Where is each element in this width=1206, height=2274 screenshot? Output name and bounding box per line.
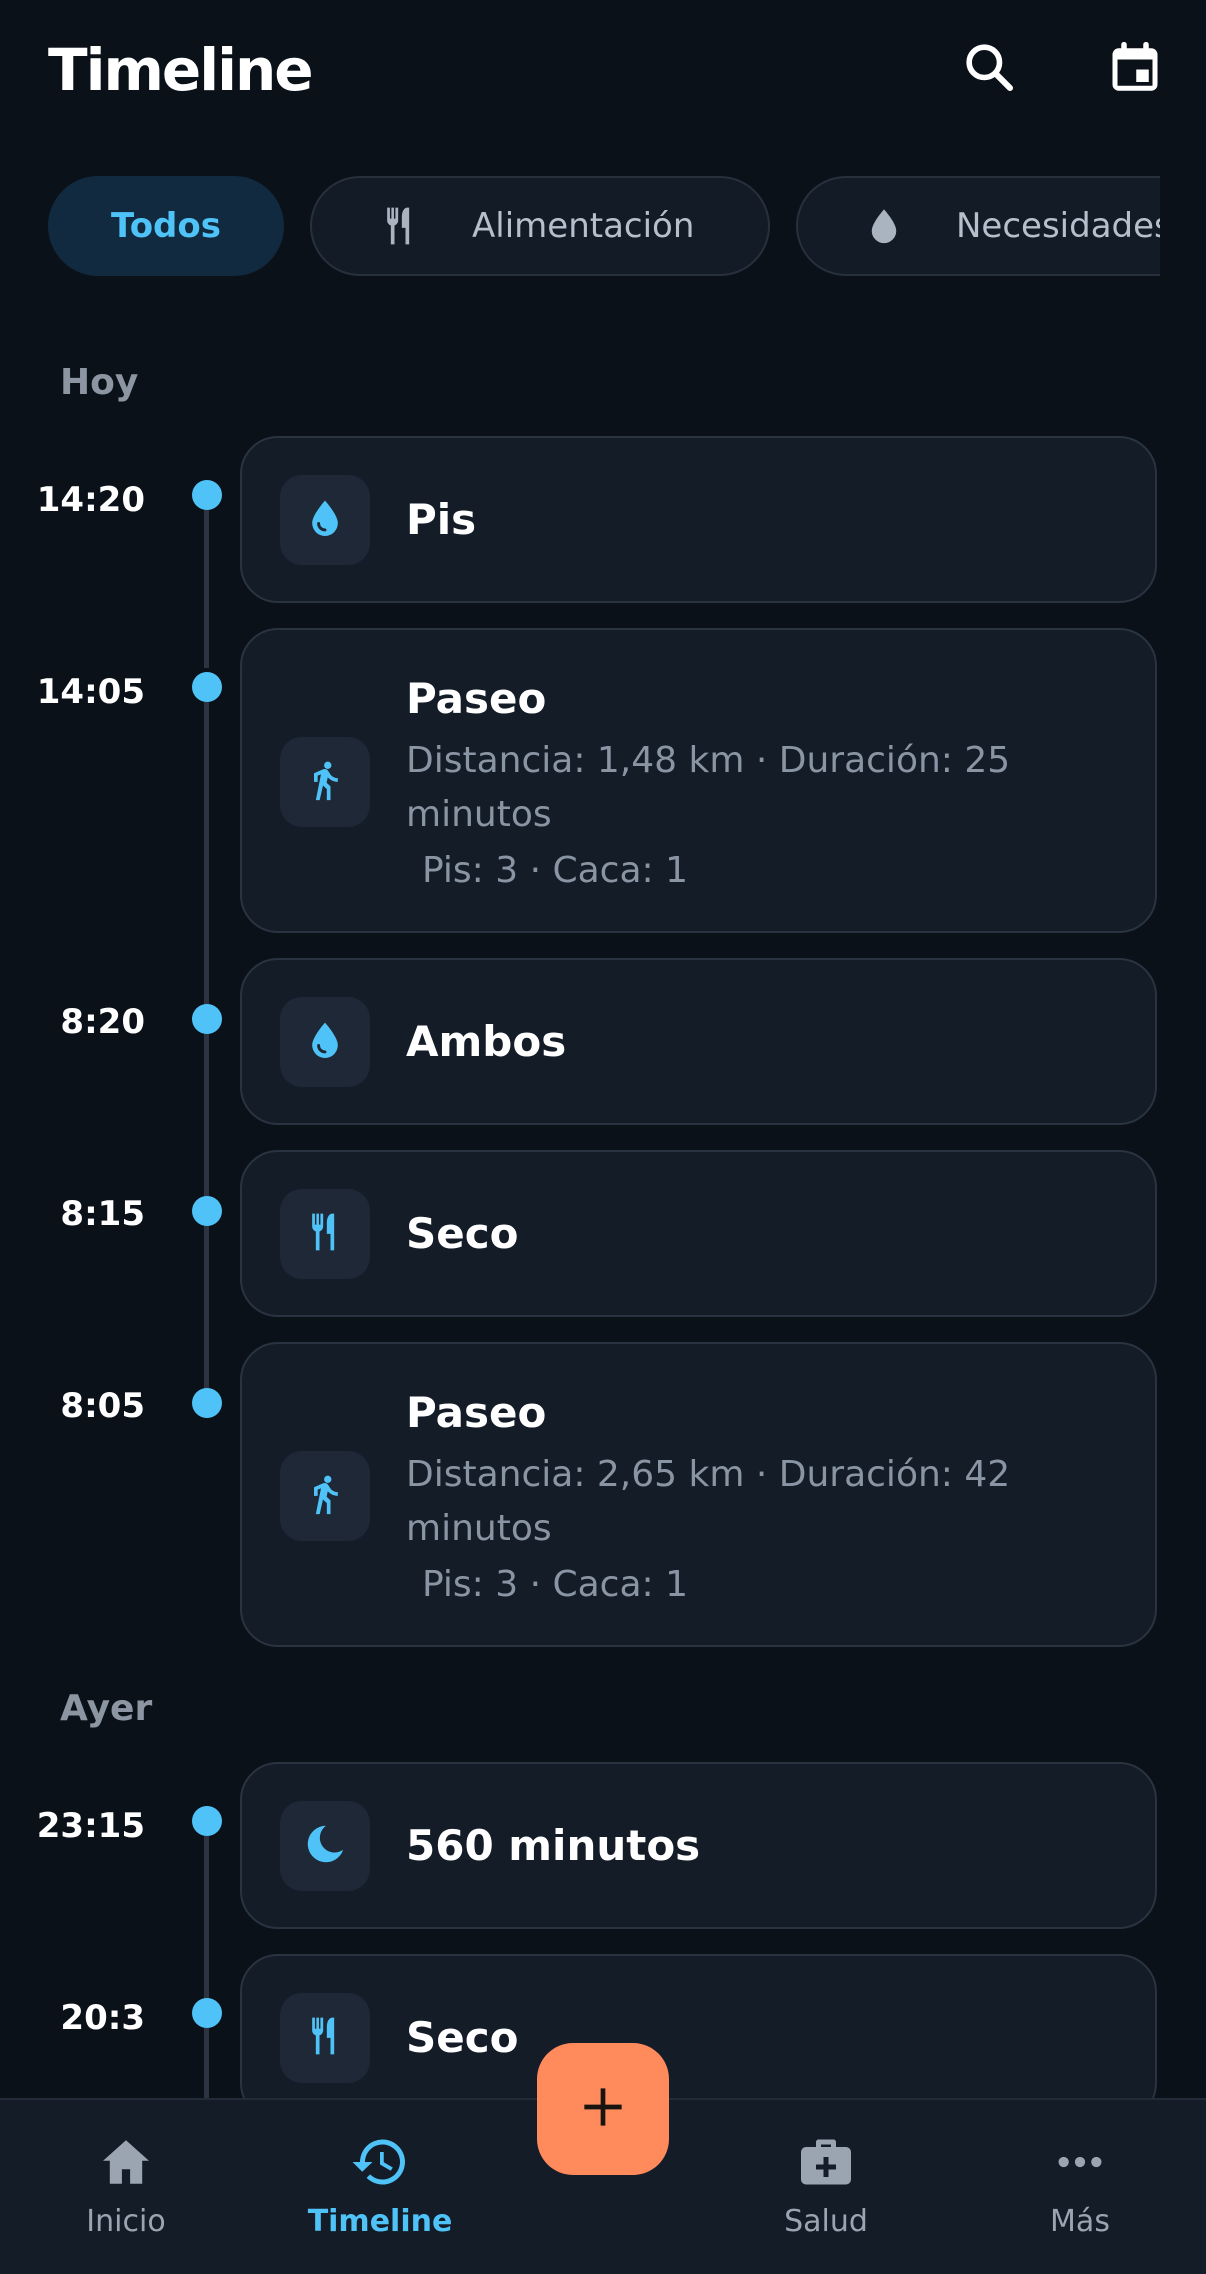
nav-label: Timeline <box>307 2204 453 2239</box>
timeline-connector <box>204 2028 209 2098</box>
timeline-dot <box>192 1004 222 1034</box>
more-icon <box>980 2130 1180 2194</box>
event-details: Distancia: 1,48 km · Duración: 25 minuto… <box>406 740 1011 835</box>
event-icon-box <box>280 1451 370 1541</box>
event-card[interactable]: Paseo Distancia: 2,65 km · Duración: 42 … <box>240 1342 1157 1647</box>
nav-item-salud[interactable]: Salud <box>726 2130 926 2239</box>
event-title: Paseo <box>406 1388 547 1437</box>
fork-knife-icon <box>303 2014 347 2062</box>
timeline-connector <box>204 1836 209 2012</box>
fork-knife-icon <box>376 202 424 250</box>
app-header: Timeline <box>0 0 1206 140</box>
event-time: 8:05 <box>60 1386 145 1426</box>
timeline-dot <box>192 480 222 510</box>
page-title: Timeline <box>48 36 314 104</box>
nav-label: Salud <box>784 2204 868 2239</box>
medical-kit-icon <box>726 2130 926 2194</box>
timeline-dot <box>192 1196 222 1226</box>
drop-icon <box>860 202 908 250</box>
event-icon-box <box>280 1993 370 2083</box>
search-icon <box>961 39 1017 99</box>
calendar-button[interactable] <box>1100 34 1170 104</box>
section-label-yesterday: Ayer <box>60 1688 153 1729</box>
event-time: 8:20 <box>60 1002 145 1042</box>
event-card[interactable]: Seco <box>240 1954 1157 2121</box>
timeline-connector <box>204 1226 209 1402</box>
event-title: Seco <box>406 1209 519 1258</box>
event-icon-box <box>280 1801 370 1891</box>
filter-chip-todos[interactable]: Todos <box>48 176 284 276</box>
event-details-secondary: Pis: 3 · Caca: 1 <box>422 850 689 891</box>
timeline-dot <box>192 1806 222 1836</box>
event-icon-box <box>280 475 370 565</box>
event-time: 14:20 <box>36 480 145 520</box>
fork-knife-icon <box>303 1210 347 1258</box>
event-time: 20:3 <box>60 1998 145 2038</box>
history-icon <box>280 2130 480 2194</box>
event-card[interactable]: Seco <box>240 1150 1157 1317</box>
event-title: Pis <box>406 495 477 544</box>
add-event-fab[interactable] <box>537 2043 669 2175</box>
search-button[interactable] <box>954 34 1024 104</box>
drop-icon <box>303 1018 347 1066</box>
timeline-connector <box>204 702 209 1018</box>
event-card[interactable]: Paseo Distancia: 1,48 km · Duración: 25 … <box>240 628 1157 933</box>
moon-icon <box>302 1821 348 1871</box>
timeline-dot <box>192 1388 222 1418</box>
nav-label: Inicio <box>86 2204 166 2239</box>
filter-chip-label: Alimentación <box>472 206 695 246</box>
event-icon-box <box>280 737 370 827</box>
nav-item-timeline[interactable]: Timeline <box>280 2130 480 2239</box>
event-details-secondary: Pis: 3 · Caca: 1 <box>422 1564 689 1605</box>
event-card[interactable]: Ambos <box>240 958 1157 1125</box>
event-icon-box <box>280 1189 370 1279</box>
event-icon-box <box>280 997 370 1087</box>
nav-label: Más <box>1050 2204 1110 2239</box>
walk-icon <box>303 758 347 806</box>
event-time: 8:15 <box>60 1194 145 1234</box>
event-title: 560 minutos <box>406 1821 701 1870</box>
section-label-today: Hoy <box>60 362 139 403</box>
event-title: Ambos <box>406 1017 567 1066</box>
event-details: Distancia: 2,65 km · Duración: 42 minuto… <box>406 1454 1011 1549</box>
event-title: Paseo <box>406 674 547 723</box>
filter-chip-alimentacion[interactable]: Alimentación <box>310 176 770 276</box>
filter-chip-label: Todos <box>111 206 221 246</box>
event-time: 23:15 <box>36 1806 145 1846</box>
filter-chip-label: Necesidades <box>956 206 1160 246</box>
event-card[interactable]: Pis <box>240 436 1157 603</box>
timeline-connector <box>204 1034 209 1210</box>
filter-chip-necesidades[interactable]: Necesidades <box>796 176 1160 276</box>
timeline-dot <box>192 672 222 702</box>
event-title: Seco <box>406 2013 519 2062</box>
event-card[interactable]: 560 minutos <box>240 1762 1157 1929</box>
home-icon <box>26 2130 226 2194</box>
timeline-dot <box>192 1998 222 2028</box>
walk-icon <box>303 1472 347 1520</box>
timeline-connector <box>204 510 209 668</box>
calendar-icon <box>1105 37 1165 101</box>
plus-icon <box>575 2079 631 2139</box>
drop-icon <box>303 496 347 544</box>
event-time: 14:05 <box>36 672 145 712</box>
nav-item-mas[interactable]: Más <box>980 2130 1180 2239</box>
nav-item-inicio[interactable]: Inicio <box>26 2130 226 2239</box>
filter-chips: Todos Alimentación Necesidades <box>0 172 1160 280</box>
